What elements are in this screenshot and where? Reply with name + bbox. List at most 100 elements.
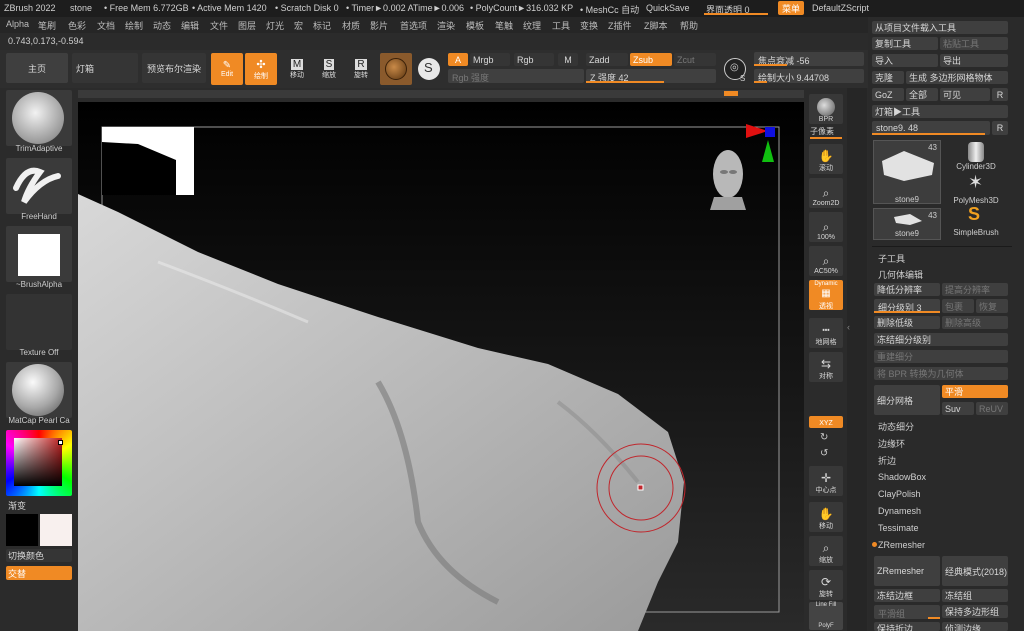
menu-document[interactable]: 文档	[97, 19, 115, 32]
collapse-arrow-icon[interactable]: ‹	[847, 322, 850, 332]
freeze-subdivision-button[interactable]: 冻结细分级别	[874, 333, 1008, 346]
sdiv-slider[interactable]: 细分级别 3	[874, 299, 940, 313]
rgb-toggle[interactable]: Rgb	[514, 53, 554, 66]
perspective-button[interactable]: Dynamic ▦ 透视	[809, 280, 843, 310]
scale-view-button[interactable]: ⌕ 缩放	[809, 536, 843, 566]
menu-light[interactable]: 灯光	[266, 19, 284, 32]
secondary-color-swatch[interactable]	[40, 514, 72, 546]
alternate-button[interactable]: 交替	[6, 566, 72, 580]
keep-groups-button[interactable]: 保持多边形组	[942, 605, 1008, 618]
menu-macro[interactable]: 宏	[294, 19, 303, 32]
tool-thumb-stone9-small[interactable]: 43 stone9	[873, 208, 941, 240]
goz-all-button[interactable]: 全部	[906, 88, 938, 101]
material-thumbnail[interactable]	[6, 362, 72, 418]
reconstruct-subdiv-button[interactable]: 重建细分	[874, 350, 1008, 363]
menu-layer[interactable]: 图层	[238, 19, 256, 32]
import-button[interactable]: 导入	[872, 54, 938, 67]
rgb-intensity-slider[interactable]: Rgb 强度	[448, 69, 584, 83]
menu-marker[interactable]: 标记	[313, 19, 331, 32]
zsub-toggle[interactable]: Zsub	[630, 53, 672, 66]
goz-button[interactable]: GoZ	[872, 88, 904, 101]
keep-creases-button[interactable]: 保持折边	[874, 622, 940, 631]
freeze-groups-button[interactable]: 冻结组	[942, 589, 1008, 602]
scroll-button[interactable]: ✋ 滚动	[809, 144, 843, 174]
move-view-button[interactable]: ✋ 移动	[809, 502, 843, 532]
claypolish-section[interactable]: ClayPolish	[878, 489, 921, 499]
preview-boolean-render-button[interactable]: 预览布尔渲染	[142, 53, 206, 83]
higher-res-button[interactable]: 提高分辨率	[942, 283, 1008, 296]
bpr-button[interactable]: BPR	[809, 94, 843, 124]
zoom-100-button[interactable]: ⌕ 100%	[809, 212, 843, 242]
navigation-thumbnail[interactable]	[102, 127, 194, 195]
dynamesh-section[interactable]: Dynamesh	[878, 506, 921, 516]
tool-thumb-stone9[interactable]: 43 stone9	[873, 140, 941, 204]
lower-res-button[interactable]: 降低分辨率	[874, 283, 940, 296]
alpha-thumbnail[interactable]	[6, 226, 72, 282]
goz-visible-button[interactable]: 可见	[940, 88, 990, 101]
stroke-thumbnail[interactable]	[6, 158, 72, 214]
switch-color-button[interactable]: 切换颜色	[6, 549, 72, 562]
tool-r-button[interactable]: R	[992, 121, 1008, 135]
shadowbox-section[interactable]: ShadowBox	[878, 472, 926, 482]
divide-button[interactable]: 细分网格	[874, 385, 940, 415]
tool-selector-slider[interactable]: stone9. 48	[872, 121, 990, 135]
suv-toggle[interactable]: Suv	[942, 402, 974, 415]
rstr-button[interactable]: 恢复	[976, 299, 1008, 313]
tool-thumb-simplebrush[interactable]: S SimpleBrush	[944, 204, 1008, 240]
local-symmetry-button[interactable]: ⇆ 对称	[809, 352, 843, 382]
a-toggle[interactable]: A	[448, 53, 468, 66]
scale-mode-button[interactable]: S 缩放	[313, 53, 345, 85]
menu-zscript[interactable]: Z脚本	[644, 19, 668, 32]
bpr-to-geometry-button[interactable]: 将 BPR 转换为几何体	[874, 367, 1008, 380]
quicksave-button[interactable]: QuickSave	[646, 3, 690, 13]
menu-render[interactable]: 渲染	[437, 19, 455, 32]
rotate-view-button[interactable]: ⟳ 旋转	[809, 570, 843, 600]
zcut-toggle[interactable]: Zcut	[674, 53, 716, 66]
m-toggle[interactable]: M	[558, 53, 578, 66]
xyz-button[interactable]: XYZ	[809, 416, 843, 428]
menu-edit[interactable]: 编辑	[181, 19, 199, 32]
paste-tool-button[interactable]: 粘贴工具	[940, 37, 1008, 50]
menu-transform[interactable]: 变换	[580, 19, 598, 32]
menu-preferences[interactable]: 首选项	[400, 19, 427, 32]
zremesher-button[interactable]: ZRemesher	[874, 556, 940, 586]
menu-brush[interactable]: 笔刷	[38, 19, 56, 32]
menu-zplugin[interactable]: Z插件	[608, 19, 632, 32]
linefill-button[interactable]: Line Fill PolyF	[809, 602, 843, 630]
lightbox-button[interactable]: 灯箱	[72, 53, 138, 83]
tessimate-section[interactable]: Tessimate	[878, 523, 919, 533]
smooth-toggle[interactable]: 平滑	[942, 385, 1008, 398]
floor-grid-button[interactable]: ┅ 地网格	[809, 318, 843, 348]
load-tool-from-project-button[interactable]: 从项目文件载入工具	[872, 21, 1008, 34]
focal-shift-slider[interactable]: 焦点衰减 -56	[754, 52, 864, 66]
brush-thumbnail[interactable]	[6, 90, 72, 146]
menu-texture[interactable]: 纹理	[523, 19, 541, 32]
menu-movie-dynamics[interactable]: 动态	[153, 19, 171, 32]
mrgb-toggle[interactable]: Mrgb	[470, 53, 510, 66]
copy-tool-button[interactable]: 复制工具	[872, 37, 938, 50]
menu-help[interactable]: 帮助	[680, 19, 698, 32]
goz-r-button[interactable]: R	[992, 88, 1008, 101]
tray-divider[interactable]: ‹	[847, 88, 867, 631]
lightbox-tools-button[interactable]: 灯箱▶工具	[872, 105, 1008, 118]
delete-lower-button[interactable]: 删除低级	[874, 316, 940, 329]
detect-edges-button[interactable]: 侦测边缘	[942, 622, 1008, 631]
smooth-groups-slider[interactable]: 平滑组	[874, 605, 940, 619]
sculpt-canvas[interactable]	[78, 102, 804, 631]
color-picker[interactable]	[6, 430, 72, 496]
zoom2d-button[interactable]: ⌕ Zoom2D	[809, 178, 843, 208]
legacy-mode-button[interactable]: 经典模式(2018)	[942, 556, 1008, 586]
draw-mode-button[interactable]: ✣ 绘制	[245, 53, 277, 85]
tool-thumb-cylinder3d[interactable]: Cylinder3D	[944, 140, 1008, 172]
texture-thumbnail[interactable]	[6, 294, 72, 350]
saturation-square[interactable]	[14, 438, 62, 486]
edgeloop-section[interactable]: 边缘环	[878, 437, 905, 450]
zremesher-section[interactable]: ZRemesher	[878, 540, 925, 550]
draw-size-slider[interactable]: 绘制大小 9.44708	[754, 69, 864, 83]
freeze-border-button[interactable]: 冻结边框	[874, 589, 940, 602]
menu-file[interactable]: 文件	[210, 19, 228, 32]
default-zscript[interactable]: DefaultZScript	[812, 3, 869, 13]
dynamic-subdiv-section[interactable]: 动态细分	[878, 420, 914, 433]
center-point-button[interactable]: ✛ 中心点	[809, 466, 843, 496]
menu-material[interactable]: 材质	[342, 19, 360, 32]
